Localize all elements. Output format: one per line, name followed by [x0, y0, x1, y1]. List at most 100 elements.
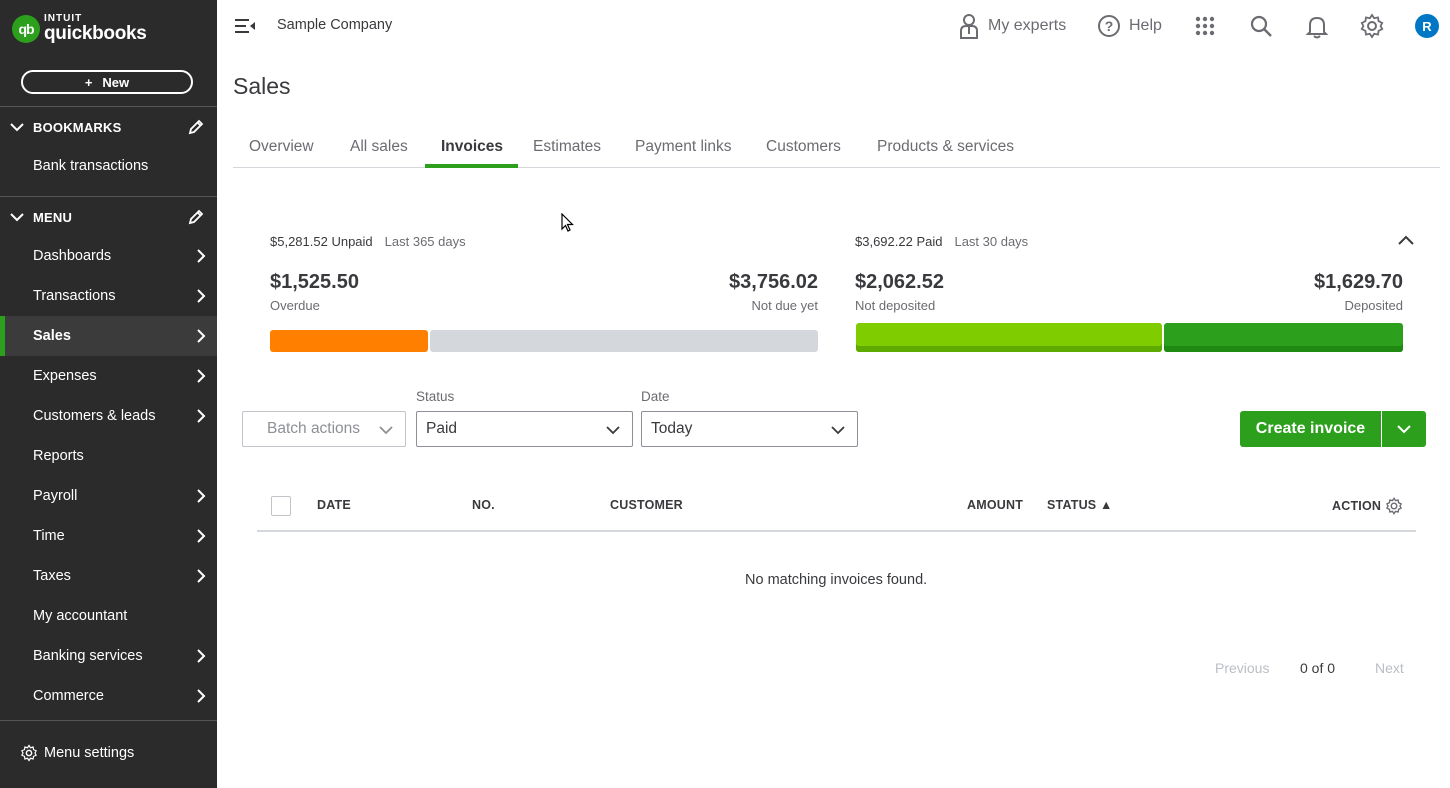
- deposited-bar-segment[interactable]: [1164, 323, 1403, 352]
- chevron-right-icon: [197, 689, 206, 703]
- svg-text:?: ?: [1105, 18, 1114, 34]
- not-due-bar-segment[interactable]: [430, 330, 818, 352]
- sidebar-item-label: Transactions: [33, 288, 116, 304]
- collapse-menu-icon[interactable]: [234, 16, 256, 36]
- chevron-right-icon: [197, 369, 206, 383]
- sidebar-item-my-accountant[interactable]: My accountant: [0, 596, 217, 636]
- sidebar-item-label: Banking services: [33, 648, 143, 664]
- quickbooks-logo[interactable]: qb INTUIT quickbooks: [12, 14, 147, 43]
- page-count: 0 of 0: [1300, 660, 1336, 676]
- bookmark-bank-transactions[interactable]: Bank transactions: [0, 146, 217, 186]
- apps-grid-icon[interactable]: [1192, 13, 1218, 39]
- menu-header[interactable]: MENU: [0, 197, 217, 237]
- chevron-right-icon: [197, 249, 206, 263]
- deposited-amount[interactable]: $1,629.70: [1314, 271, 1403, 294]
- paid-progress-bar[interactable]: [856, 323, 1403, 352]
- menu-settings-button[interactable]: Menu settings: [20, 744, 134, 762]
- sidebar-item-label: Time: [33, 528, 65, 544]
- menu-label: MENU: [33, 209, 73, 225]
- tab-products-services[interactable]: Products & services: [877, 138, 1014, 156]
- sidebar-item-payroll[interactable]: Payroll: [0, 476, 217, 516]
- sidebar-item-label: Customers & leads: [33, 408, 156, 424]
- table-settings-gear-icon[interactable]: [1385, 497, 1403, 515]
- chevron-down-icon[interactable]: [10, 210, 24, 224]
- sidebar-item-dashboards[interactable]: Dashboards: [0, 236, 217, 276]
- tab-overview[interactable]: Overview: [249, 138, 314, 156]
- tab-estimates[interactable]: Estimates: [533, 138, 601, 156]
- sidebar: qb INTUIT quickbooks + New BOOKMARKS Ban…: [0, 0, 217, 788]
- user-avatar[interactable]: R: [1415, 14, 1439, 38]
- empty-table-message: No matching invoices found.: [745, 572, 928, 588]
- sidebar-item-taxes[interactable]: Taxes: [0, 556, 217, 596]
- status-filter-value: Paid: [426, 420, 458, 437]
- help-label: Help: [1129, 17, 1162, 34]
- overdue-bar-segment[interactable]: [270, 330, 428, 352]
- previous-page-button[interactable]: Previous: [1215, 660, 1269, 676]
- bookmarks-header[interactable]: BOOKMARKS: [0, 107, 217, 147]
- create-invoice-button[interactable]: Create invoice: [1240, 411, 1381, 447]
- batch-actions-dropdown[interactable]: Batch actions: [242, 411, 406, 447]
- chevron-down-icon: [379, 426, 393, 435]
- sidebar-item-transactions[interactable]: Transactions: [0, 276, 217, 316]
- chevron-right-icon: [197, 569, 206, 583]
- experts-icon: [960, 14, 978, 39]
- column-header-customer[interactable]: CUSTOMER: [610, 498, 683, 512]
- chevron-down-icon: [606, 426, 620, 435]
- sidebar-item-label: Payroll: [33, 488, 78, 504]
- logo-quickbooks-text: quickbooks: [44, 23, 147, 44]
- next-page-button[interactable]: Next: [1375, 660, 1404, 676]
- tab-invoices[interactable]: Invoices: [441, 138, 503, 156]
- tab-customers[interactable]: Customers: [766, 138, 841, 156]
- overdue-amount[interactable]: $1,525.50: [270, 271, 359, 294]
- paid-summary: $3,692.22 Paid Last 30 days: [855, 234, 1028, 249]
- status-filter-dropdown[interactable]: Paid: [416, 411, 633, 447]
- not-deposited-label: Not deposited: [855, 298, 936, 313]
- menu-settings-label: Menu settings: [44, 745, 135, 761]
- create-invoice-dropdown-button[interactable]: [1382, 411, 1426, 447]
- company-name[interactable]: Sample Company: [277, 17, 392, 33]
- sidebar-item-banking-services[interactable]: Banking services: [0, 636, 217, 676]
- chevron-right-icon: [197, 529, 206, 543]
- status-filter-label: Status: [416, 389, 455, 404]
- unpaid-progress-bar[interactable]: [270, 330, 818, 352]
- sidebar-item-sales[interactable]: Sales: [0, 316, 217, 356]
- chevron-up-icon[interactable]: [1397, 233, 1415, 247]
- overdue-label: Overdue: [270, 298, 320, 313]
- tab-payment-links[interactable]: Payment links: [635, 138, 731, 156]
- chevron-right-icon: [197, 329, 206, 343]
- bookmarks-label: BOOKMARKS: [33, 119, 122, 135]
- sidebar-item-time[interactable]: Time: [0, 516, 217, 556]
- qb-logo-icon: qb: [12, 14, 40, 43]
- column-header-amount[interactable]: AMOUNT: [967, 498, 1023, 512]
- bookmark-label: Bank transactions: [33, 158, 149, 174]
- help-button[interactable]: ? Help: [1097, 12, 1162, 40]
- not-deposited-amount[interactable]: $2,062.52: [855, 271, 944, 294]
- not-due-amount[interactable]: $3,756.02: [729, 271, 818, 294]
- column-header-status[interactable]: STATUS ▲: [1047, 498, 1113, 512]
- table-header-divider: [257, 530, 1416, 532]
- date-filter-label: Date: [641, 389, 670, 404]
- unpaid-total: $5,281.52 Unpaid: [270, 234, 373, 249]
- tab-all-sales[interactable]: All sales: [350, 138, 408, 156]
- edit-bookmarks-icon[interactable]: [187, 118, 205, 136]
- column-header-action: ACTION: [1332, 499, 1382, 513]
- edit-menu-icon[interactable]: [187, 208, 205, 226]
- chevron-down-icon[interactable]: [10, 120, 24, 134]
- date-filter-dropdown[interactable]: Today: [641, 411, 858, 447]
- sidebar-item-customers-leads[interactable]: Customers & leads: [0, 396, 217, 436]
- help-icon: ?: [1098, 15, 1120, 37]
- select-all-checkbox[interactable]: [271, 496, 291, 516]
- search-icon[interactable]: [1248, 13, 1274, 39]
- bell-icon[interactable]: [1304, 13, 1330, 39]
- new-button[interactable]: + New: [21, 70, 193, 94]
- sidebar-item-reports[interactable]: Reports: [0, 436, 217, 476]
- not-deposited-bar-segment[interactable]: [856, 323, 1162, 352]
- paid-period: Last 30 days: [954, 234, 1029, 249]
- sidebar-item-label: Dashboards: [33, 248, 112, 264]
- my-experts-button[interactable]: My experts: [958, 12, 1066, 40]
- sidebar-item-expenses[interactable]: Expenses: [0, 356, 217, 396]
- column-header-date[interactable]: DATE: [317, 498, 351, 512]
- gear-icon[interactable]: [1359, 13, 1385, 39]
- column-header-no[interactable]: NO.: [472, 498, 495, 512]
- sidebar-item-commerce[interactable]: Commerce: [0, 676, 217, 716]
